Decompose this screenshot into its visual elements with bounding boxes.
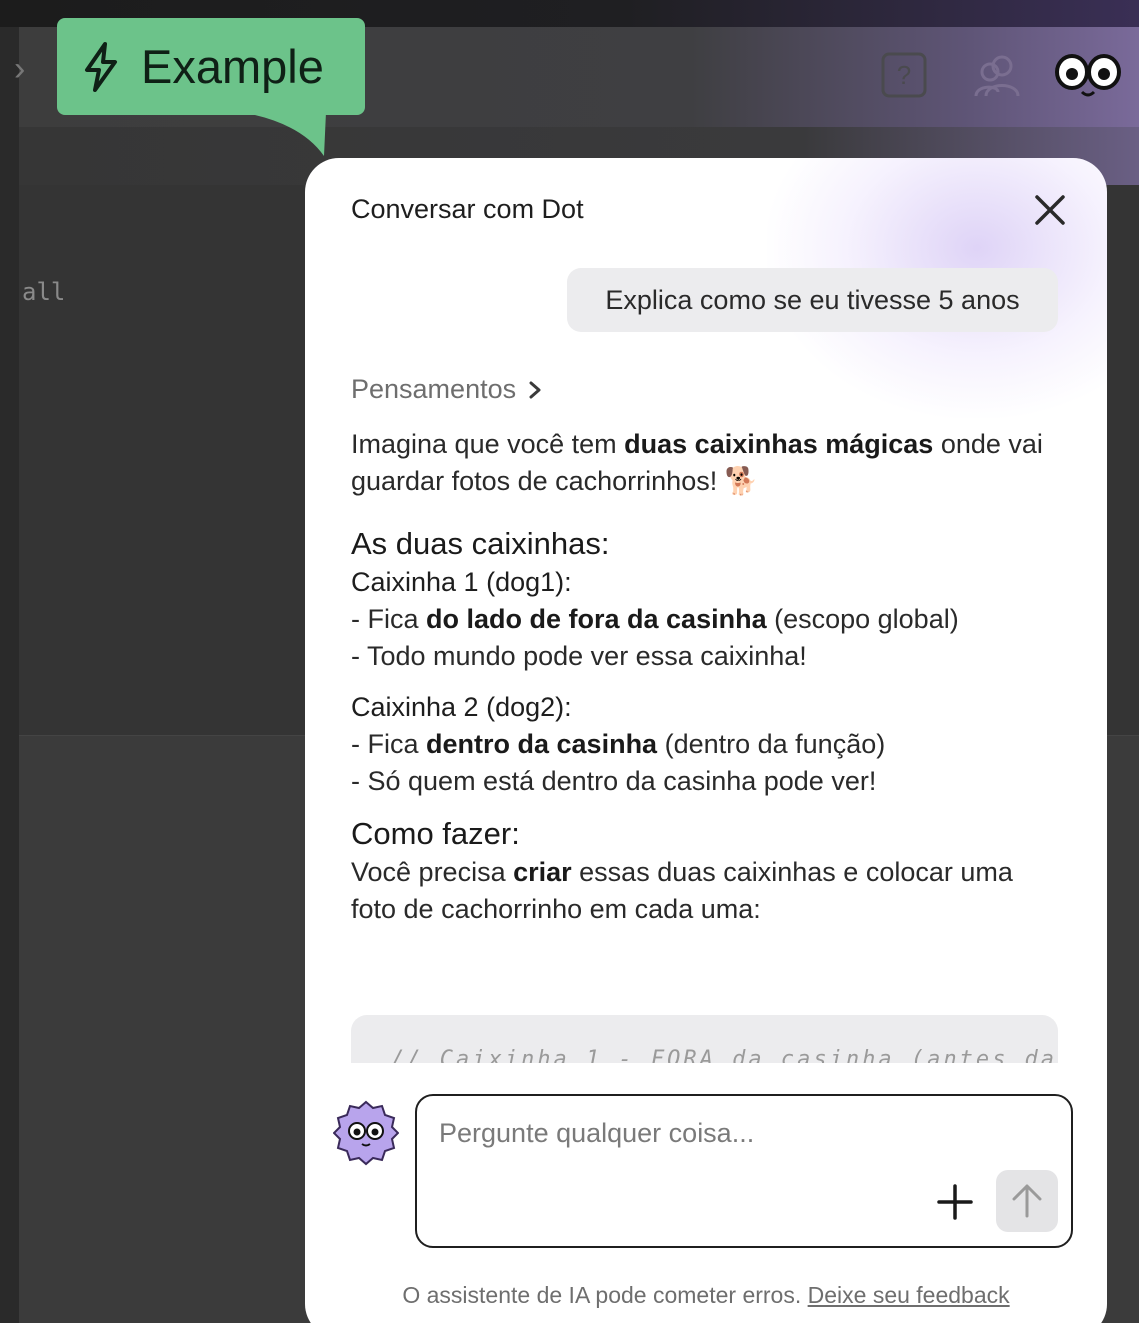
- chat-input-container: [415, 1094, 1073, 1248]
- left-gutter: [0, 27, 19, 1323]
- box2-block: Caixinha 2 (dog2): - Fica dentro da casi…: [351, 692, 886, 796]
- code-line: // Caixinha 1 - FORA da casinha (antes d…: [391, 1047, 1058, 1063]
- arrow-right-icon[interactable]: ›: [14, 50, 25, 89]
- dot-avatar-icon: [333, 1100, 399, 1166]
- intro-paragraph: Imagina que você tem duas caixinhas mági…: [351, 429, 1043, 496]
- thoughts-label: Pensamentos: [351, 374, 517, 404]
- chat-panel: Conversar com Dot Explica como se eu tiv…: [305, 158, 1107, 1323]
- section-heading: As duas caixinhas:: [351, 526, 610, 561]
- send-button[interactable]: [996, 1170, 1058, 1232]
- chat-input[interactable]: [439, 1118, 1039, 1149]
- example-badge: Example: [57, 18, 365, 115]
- disclaimer: O assistente de IA pode cometer erros. D…: [402, 1282, 1010, 1308]
- assistant-response: Imagina que você tem duas caixinhas mági…: [351, 426, 1051, 928]
- plus-icon[interactable]: [935, 1182, 975, 1222]
- section-heading: Como fazer:: [351, 816, 520, 851]
- code-fragment: all: [22, 278, 66, 306]
- thoughts-toggle[interactable]: Pensamentos: [351, 374, 544, 405]
- arrow-up-icon: [1012, 1184, 1042, 1218]
- box1-block: Caixinha 1 (dog1): - Fica do lado de for…: [351, 567, 959, 671]
- user-message-bubble: Explica como se eu tivesse 5 anos: [567, 268, 1058, 332]
- badge-pointer: [240, 112, 326, 156]
- outro-paragraph: Você precisa criar essas duas caixinhas …: [351, 857, 1013, 924]
- chevron-right-icon: [529, 381, 541, 398]
- help-icon[interactable]: ?: [881, 52, 927, 98]
- users-icon[interactable]: [972, 52, 1024, 98]
- code-block: // Caixinha 1 - FORA da casinha (antes d…: [351, 1015, 1058, 1063]
- close-icon[interactable]: [1031, 191, 1069, 229]
- scroll-edge: [305, 1063, 1107, 1071]
- example-label: Example: [141, 40, 324, 93]
- dot-eyes-icon[interactable]: [1052, 50, 1124, 102]
- lightning-icon: [85, 41, 117, 92]
- feedback-link[interactable]: Deixe seu feedback: [808, 1282, 1010, 1308]
- svg-text:?: ?: [897, 60, 911, 90]
- chat-title: Conversar com Dot: [351, 194, 584, 224]
